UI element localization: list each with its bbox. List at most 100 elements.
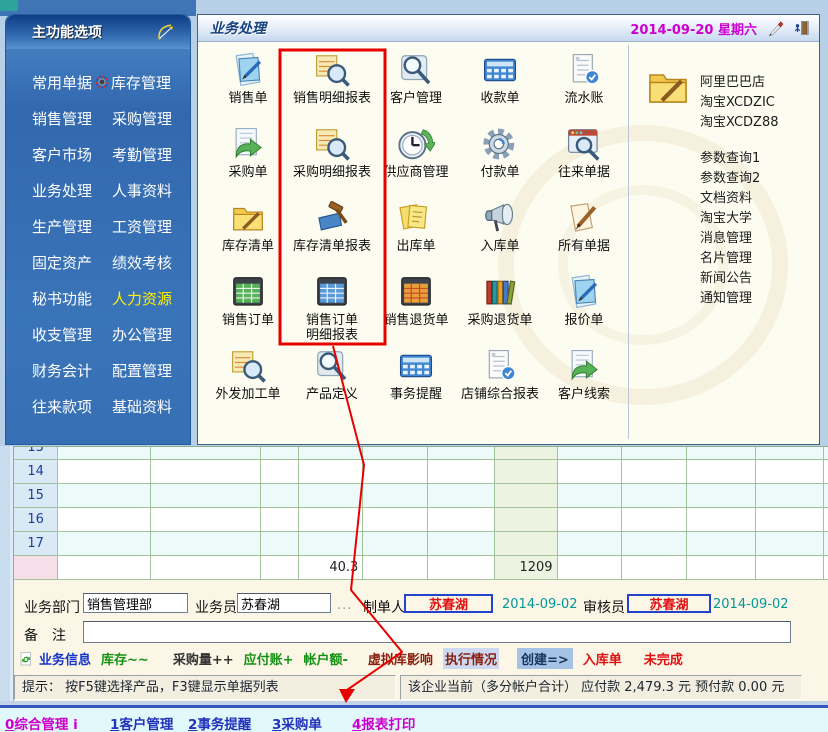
sidebar-item-financial-accounting[interactable]: 财务会计 [32, 359, 112, 381]
sidebar-item-configuration-management[interactable]: 配置管理 [112, 359, 198, 381]
table-cell[interactable] [261, 447, 299, 459]
app-sales-order-detail-report[interactable]: 销售订单明细报表 [290, 269, 374, 343]
table-cell[interactable] [494, 508, 558, 531]
table-cell[interactable] [150, 484, 262, 507]
link-param-query-2[interactable]: 参数查询2 [700, 169, 779, 189]
table-cell[interactable] [557, 556, 623, 579]
sidebar-item-basic-data[interactable]: 基础资料 [112, 395, 198, 417]
table-cell[interactable] [261, 484, 299, 507]
table-cell[interactable]: 1209 [494, 556, 558, 579]
info-stock-status[interactable]: 库存~~ [101, 649, 149, 668]
link-param-query-1[interactable]: 参数查询1 [700, 149, 779, 169]
table-cell[interactable] [363, 532, 429, 555]
row-number[interactable]: 17 [14, 532, 59, 555]
info-business-info[interactable]: 业务信息 [18, 649, 91, 668]
table-cell[interactable] [58, 447, 151, 459]
app-purchase-return-order[interactable]: 采购退货单 [458, 269, 542, 343]
app-purchase-detail-report[interactable]: 采购明细报表 [290, 121, 374, 195]
table-cell[interactable] [557, 484, 623, 507]
table-cell[interactable] [494, 532, 558, 555]
dept-input[interactable] [83, 593, 188, 613]
table-cell[interactable] [755, 447, 825, 459]
row-number[interactable]: 16 [14, 508, 59, 531]
sidebar-item-production-management[interactable]: 生产管理 [32, 215, 112, 237]
table-cell[interactable] [622, 460, 688, 483]
app-inventory-list[interactable]: 库存清单 [206, 195, 290, 269]
table-cell[interactable] [363, 556, 429, 579]
app-receipt-voucher[interactable]: 收款单 [458, 47, 542, 121]
table-cell[interactable] [58, 556, 151, 579]
table-cell[interactable] [428, 447, 495, 459]
table-cell[interactable] [622, 508, 688, 531]
table-cell[interactable] [622, 447, 688, 459]
info-purchase-qty[interactable]: 采购量++ [173, 649, 234, 668]
sidebar-item-current-accounts[interactable]: 往来款项 [32, 395, 112, 417]
table-cell[interactable] [428, 484, 495, 507]
sidebar-item-office-management[interactable]: 办公管理 [112, 323, 198, 345]
table-cell[interactable] [58, 460, 151, 483]
app-sales-order-form[interactable]: 销售订单 [206, 269, 290, 343]
table-cell[interactable] [687, 508, 756, 531]
sidebar-item-attendance-management[interactable]: 考勤管理 [112, 143, 198, 165]
row-number[interactable]: 14 [14, 460, 59, 483]
sidebar-item-secretary-functions[interactable]: 秘书功能 [32, 287, 112, 309]
link-message-management[interactable]: 消息管理 [700, 229, 779, 249]
table-cell[interactable] [150, 460, 262, 483]
table-cell[interactable] [261, 460, 299, 483]
link-taobao-xcdzic[interactable]: 淘宝XCDZIC [700, 93, 779, 113]
salesman-picker-button[interactable]: ... [337, 598, 352, 613]
tab-comprehensive-management[interactable]: 0综合管理 i [5, 713, 78, 732]
table-cell[interactable] [298, 508, 364, 531]
table-cell[interactable] [687, 484, 756, 507]
table-cell[interactable] [687, 532, 756, 555]
sidebar-item-business-processing[interactable]: 业务处理 [32, 179, 112, 201]
sidebar-item-performance-review[interactable]: 绩效考核 [112, 251, 198, 273]
table-cell[interactable] [494, 484, 558, 507]
table-cell[interactable] [261, 508, 299, 531]
link-news-announcements[interactable]: 新闻公告 [700, 269, 779, 289]
table-cell[interactable] [298, 484, 364, 507]
table-cell[interactable] [363, 508, 429, 531]
app-outbound-order[interactable]: 出库单 [374, 195, 458, 269]
link-taobao-xcdz88[interactable]: 淘宝XCDZ88 [700, 113, 779, 133]
app-payment-voucher[interactable]: 付款单 [458, 121, 542, 195]
info-execution-status[interactable]: 执行情况 [442, 648, 499, 669]
table-cell[interactable] [298, 532, 364, 555]
table-cell[interactable] [58, 532, 151, 555]
table-cell[interactable] [557, 508, 623, 531]
table-cell[interactable] [494, 460, 558, 483]
link-document-materials[interactable]: 文档资料 [700, 189, 779, 209]
table-cell[interactable] [622, 556, 688, 579]
app-transaction-documents[interactable]: 往来单据 [542, 121, 626, 195]
app-task-reminder[interactable]: 事务提醒 [374, 343, 458, 417]
table-cell[interactable] [687, 447, 756, 459]
tab-task-reminder[interactable]: 2事务提醒 [188, 713, 251, 732]
table-cell[interactable] [150, 556, 262, 579]
table-cell[interactable] [363, 447, 429, 459]
link-notice-management[interactable]: 通知管理 [700, 289, 779, 309]
sidebar-item-purchase-management[interactable]: 采购管理 [112, 107, 198, 129]
app-quotation[interactable]: 报价单 [542, 269, 626, 343]
info-virtual-stock-impact[interactable]: 虚拟库影响 [368, 649, 433, 668]
note-input[interactable] [83, 621, 791, 643]
app-customer-management[interactable]: 客户管理 [374, 47, 458, 121]
app-purchase-order[interactable]: 采购单 [206, 121, 290, 195]
table-cell[interactable] [58, 484, 151, 507]
app-sales-order[interactable]: 销售单 [206, 47, 290, 121]
row-number[interactable]: 13 [14, 447, 59, 459]
info-inbound-order-link[interactable]: 入库单 [583, 649, 622, 668]
app-shop-summary-report[interactable]: 店铺综合报表 [458, 343, 542, 417]
app-outsourcing-order[interactable]: 外发加工单 [206, 343, 290, 417]
table-cell[interactable] [755, 460, 825, 483]
table-cell[interactable] [755, 508, 825, 531]
table-cell[interactable] [363, 460, 429, 483]
info-unfinished-status[interactable]: 未完成 [644, 649, 683, 668]
table-cell[interactable] [687, 460, 756, 483]
table-cell[interactable] [150, 532, 262, 555]
sidebar-item-sales-management[interactable]: 销售管理 [32, 107, 112, 129]
table-cell[interactable] [58, 508, 151, 531]
link-business-card-management[interactable]: 名片管理 [700, 249, 779, 269]
table-cell[interactable] [687, 556, 756, 579]
sidebar-item-customer-market[interactable]: 客户市场 [32, 143, 112, 165]
table-cell[interactable] [755, 556, 825, 579]
